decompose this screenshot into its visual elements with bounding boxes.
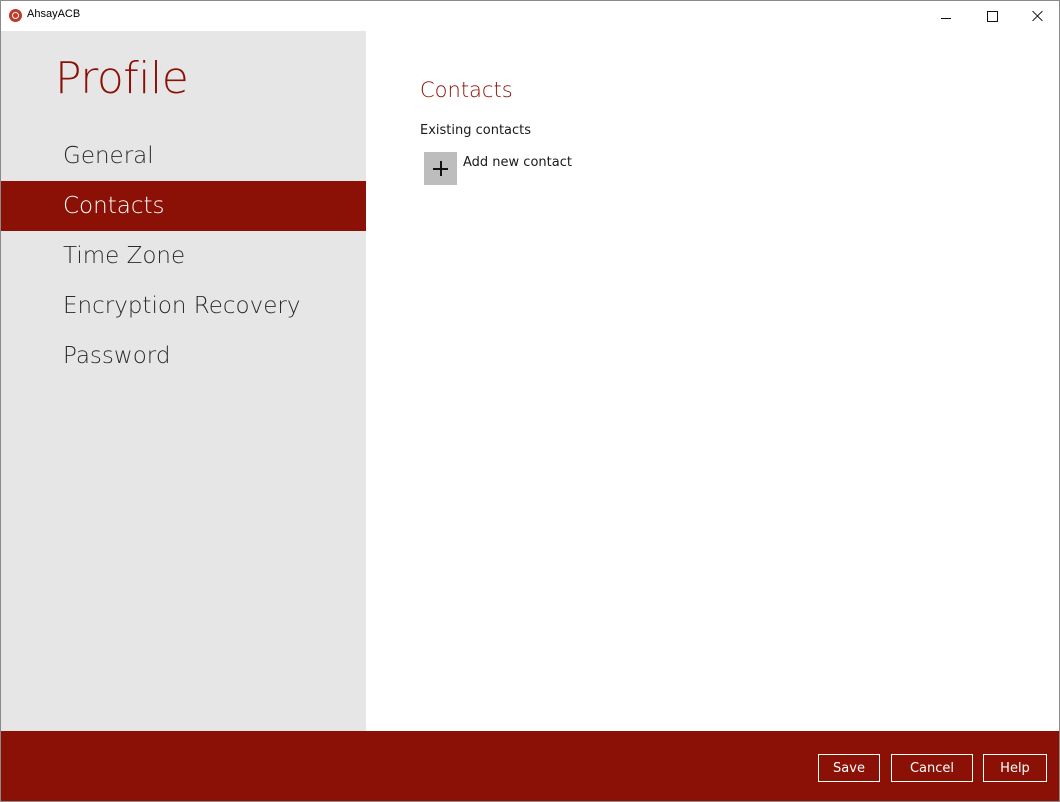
minimize-button[interactable] [923,1,969,31]
app-title: AhsayACB [27,8,81,20]
footer-bar: Save Cancel Help [1,731,1059,801]
sidebar-nav: General Contacts Time Zone Encryption Re… [1,131,366,381]
sidebar-item-password[interactable]: Password [1,331,366,381]
add-new-contact-label[interactable]: Add new contact [463,155,572,170]
maximize-icon [986,10,998,22]
close-icon [1032,10,1044,22]
section-title: Contacts [420,78,513,102]
app-window: AhsayACB Profile General Contacts Time Z… [0,0,1060,802]
close-button[interactable] [1015,1,1059,31]
sidebar-item-general[interactable]: General [1,131,366,181]
save-button[interactable]: Save [818,754,880,782]
sidebar-item-time-zone[interactable]: Time Zone [1,231,366,281]
title-bar: AhsayACB [1,1,1059,31]
add-new-contact-button[interactable]: Add new contact [424,152,572,185]
page-title: Profile [55,53,189,104]
maximize-button[interactable] [969,1,1015,31]
sidebar: Profile General Contacts Time Zone Encry… [1,31,366,731]
cancel-button[interactable]: Cancel [891,754,973,782]
app-logo-icon [9,9,22,22]
minimize-icon [941,17,951,19]
help-button[interactable]: Help [983,754,1047,782]
sidebar-item-encryption-recovery[interactable]: Encryption Recovery [1,281,366,331]
main-content: Contacts Existing contacts Add new conta… [366,31,1059,731]
plus-icon[interactable] [424,152,457,185]
existing-contacts-label: Existing contacts [420,123,532,138]
sidebar-item-contacts[interactable]: Contacts [1,181,366,231]
